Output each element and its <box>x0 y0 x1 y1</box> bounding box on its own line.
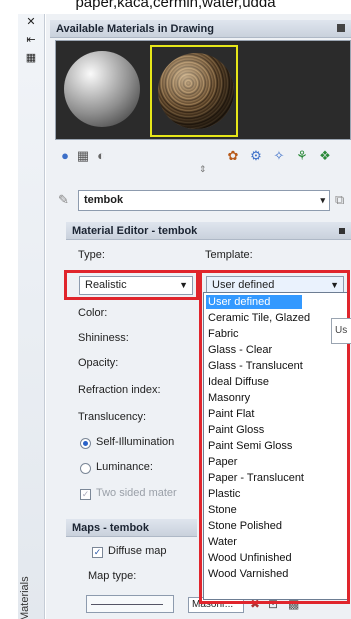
luminance-radio[interactable] <box>80 463 91 474</box>
copy-material-icon[interactable]: ❖ <box>317 148 333 164</box>
sphere-preview-icon[interactable]: ● <box>57 148 73 164</box>
opacity-label: Opacity: <box>78 357 119 369</box>
self-illumination-radio[interactable] <box>80 438 91 449</box>
purge-material-icon[interactable]: ⚙ <box>248 148 264 164</box>
map-type-label: Map type: <box>88 570 137 582</box>
highlight-template <box>199 270 350 604</box>
color-label: Color: <box>78 307 108 319</box>
top-caption: paper,kaca,cermin,water,udda <box>75 0 276 11</box>
highlight-type <box>64 270 199 300</box>
pin-icon[interactable] <box>337 24 345 32</box>
apply-material-icon[interactable]: ✧ <box>271 148 287 164</box>
refraction-label: Refraction index: <box>78 384 161 396</box>
splitter-grip[interactable]: ⇕ <box>199 164 207 175</box>
palette-titlebar: ✕ ⇤ ▦ Materials <box>18 14 45 619</box>
palette-title: Materials <box>19 576 31 619</box>
tooltip: Us <box>331 318 351 344</box>
new-material-icon[interactable]: ✎ <box>58 192 69 208</box>
material-name-value: tembok <box>84 194 124 206</box>
shininess-label: Shininess: <box>78 332 129 344</box>
two-sided-checkbox[interactable]: ✓ <box>80 489 91 500</box>
type-label: Type: <box>78 249 105 261</box>
material-swatch-tembok[interactable] <box>150 45 238 137</box>
maps-header[interactable]: Maps - tembok <box>66 519 197 537</box>
render-sphere-icon[interactable]: ◐ <box>93 148 109 164</box>
material-name-combo[interactable]: tembok ▾ <box>78 190 330 211</box>
material-swatches <box>55 40 351 140</box>
diffuse-blend-slider[interactable] <box>86 595 174 613</box>
material-preview-sphere <box>158 53 234 129</box>
chevron-down-icon: ▾ <box>320 195 325 205</box>
select-objects-icon[interactable]: ⚘ <box>294 148 310 164</box>
available-materials-header[interactable]: Available Materials in Drawing <box>50 20 351 38</box>
collapse-icon[interactable] <box>339 228 345 234</box>
material-editor-title: Material Editor - tembok <box>72 225 198 237</box>
materials-toolbar: ● ▦ ◐ ✿ ⚙ ✧ ⚘ ❖ <box>55 146 351 166</box>
checker-preview-icon[interactable]: ▦ <box>75 148 91 164</box>
create-material-icon[interactable]: ✿ <box>225 148 241 164</box>
template-label: Template: <box>205 249 253 261</box>
diffuse-map-label: Diffuse map <box>108 545 167 557</box>
two-sided-label: Two sided mater <box>96 487 177 499</box>
autohide-icon[interactable]: ⇤ <box>24 34 38 46</box>
close-icon[interactable]: ✕ <box>24 16 38 28</box>
self-illumination-label: Self-Illumination <box>96 436 175 448</box>
material-swatch-global[interactable] <box>58 45 146 137</box>
luminance-label: Luminance: <box>96 461 153 473</box>
material-preview-sphere <box>64 51 140 127</box>
translucency-label: Translucency: <box>78 411 147 423</box>
maps-title: Maps - tembok <box>72 522 150 534</box>
diffuse-map-checkbox[interactable]: ✓ <box>92 547 103 558</box>
available-materials-title: Available Materials in Drawing <box>56 23 214 35</box>
material-editor-header[interactable]: Material Editor - tembok <box>66 222 351 240</box>
properties-icon[interactable]: ▦ <box>24 52 38 64</box>
edit-material-icon[interactable]: ⧉ <box>335 192 344 208</box>
